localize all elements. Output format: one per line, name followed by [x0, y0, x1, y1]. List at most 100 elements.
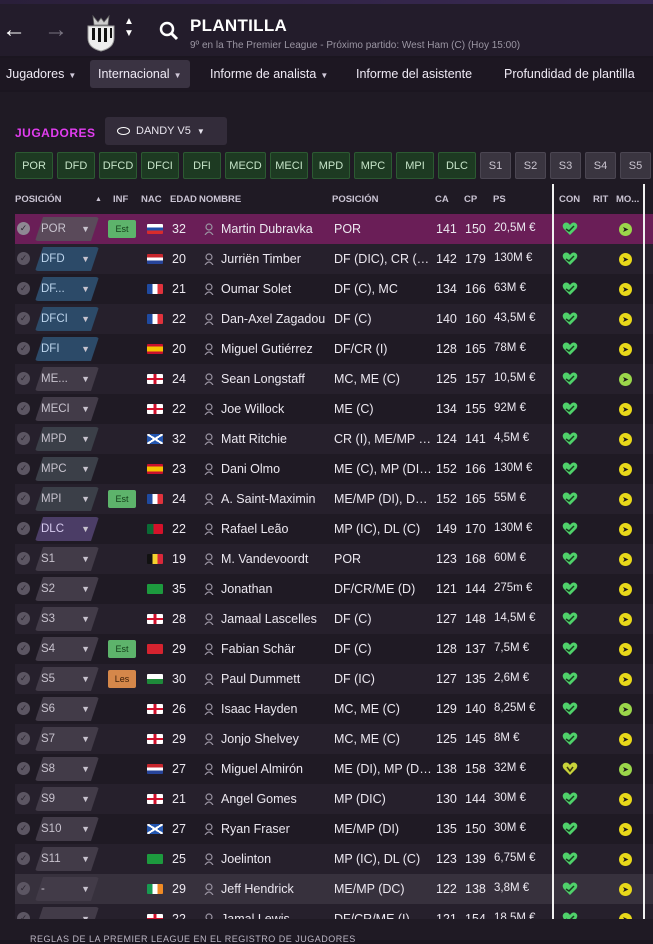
chip-mpc[interactable]: MPC: [354, 152, 392, 179]
col-rit[interactable]: RIT: [593, 194, 608, 205]
table-row[interactable]: ✓ MPD ▼ 32 Matt Ritchie CR (I), ME/MP (... 124…: [15, 424, 653, 454]
check-icon[interactable]: ✓: [17, 612, 30, 625]
nation-flag-icon[interactable]: [147, 674, 163, 684]
table-row[interactable]: ✓ - ▼ 29 Jeff Hendrick ME/MP (DC) 122 138 3,8M €…: [15, 874, 653, 904]
nation-flag-icon[interactable]: [147, 224, 163, 234]
check-icon[interactable]: ✓: [17, 252, 30, 265]
tab-profundidad-plantilla[interactable]: Profundidad de plantilla: [496, 60, 643, 88]
position-slot-select[interactable]: - ▼: [35, 877, 99, 901]
table-row[interactable]: ✓ POR ▼ Est 32 Martin Dubravka POR 141 150 20,5M …: [15, 214, 653, 244]
nation-flag-icon[interactable]: [147, 524, 163, 534]
chip-mpd[interactable]: MPD: [312, 152, 350, 179]
nation-flag-icon[interactable]: [147, 584, 163, 594]
check-icon[interactable]: ✓: [17, 492, 30, 505]
nation-flag-icon[interactable]: [147, 554, 163, 564]
table-row[interactable]: ✓ DLC ▼ 22 Rafael Leão MP (IC), DL (C) 149 170 1…: [15, 514, 653, 544]
chip-por[interactable]: POR: [15, 152, 53, 179]
player-name[interactable]: Isaac Hayden: [221, 702, 331, 716]
check-icon[interactable]: ✓: [17, 912, 30, 919]
table-row[interactable]: ✓ S1 ▼ 19 M. Vandevoordt POR 123 168 60M € ➤: [15, 544, 653, 574]
check-icon[interactable]: ✓: [17, 762, 30, 775]
col-mo[interactable]: MO...: [616, 194, 639, 205]
check-icon[interactable]: ✓: [17, 282, 30, 295]
nation-flag-icon[interactable]: [147, 854, 163, 864]
table-row[interactable]: ✓ S8 ▼ 27 Miguel Almirón ME (DI), MP (DI... 13…: [15, 754, 653, 784]
table-row[interactable]: ✓ S4 ▼ Est 29 Fabian Schär DF (C) 128 137 7,5M € ➤: [15, 634, 653, 664]
col-ps[interactable]: PS: [493, 194, 506, 205]
check-icon[interactable]: ✓: [17, 342, 30, 355]
chip-s4[interactable]: S4: [585, 152, 616, 179]
position-slot-select[interactable]: S10 ▼: [35, 817, 99, 841]
position-slot-select[interactable]: DLC ▼: [35, 517, 99, 541]
player-name[interactable]: Jonathan: [221, 582, 331, 596]
nation-flag-icon[interactable]: [147, 404, 163, 414]
tab-informe-analista[interactable]: Informe de analista ▼: [202, 60, 336, 88]
nation-flag-icon[interactable]: [147, 494, 163, 504]
check-icon[interactable]: ✓: [17, 792, 30, 805]
chip-dlc[interactable]: DLC: [438, 152, 476, 179]
position-slot-select[interactable]: S11 ▼: [35, 847, 99, 871]
table-row[interactable]: ✓ S2 ▼ 35 Jonathan DF/CR/ME (D) 121 144 275m € ➤: [15, 574, 653, 604]
check-icon[interactable]: ✓: [17, 402, 30, 415]
tab-informe-asistente[interactable]: Informe del asistente: [348, 60, 480, 88]
nation-flag-icon[interactable]: [147, 284, 163, 294]
position-slot-select[interactable]: S7 ▼: [35, 727, 99, 751]
nation-flag-icon[interactable]: [147, 254, 163, 264]
position-slot-select[interactable]: S9 ▼: [35, 787, 99, 811]
position-slot-select[interactable]: S8 ▼: [35, 757, 99, 781]
position-slot-select[interactable]: MPC ▼: [35, 457, 99, 481]
chip-meci[interactable]: MECI: [270, 152, 308, 179]
back-arrow-icon[interactable]: ←: [2, 18, 26, 42]
club-crest-icon[interactable]: [84, 14, 118, 52]
table-row[interactable]: ✓ S6 ▼ 26 Isaac Hayden MC, ME (C) 129 140 8,25M …: [15, 694, 653, 724]
player-name[interactable]: Joe Willock: [221, 402, 331, 416]
nation-flag-icon[interactable]: [147, 314, 163, 324]
player-name[interactable]: M. Vandevoordt: [221, 552, 331, 566]
chip-s3[interactable]: S3: [550, 152, 581, 179]
table-row[interactable]: ✓ DFCI ▼ 22 Dan-Axel Zagadou DF (C) 140 160 43,5…: [15, 304, 653, 334]
search-icon[interactable]: [158, 20, 180, 42]
chip-dfd[interactable]: DFD: [57, 152, 95, 179]
position-slot-select[interactable]: DFCI ▼: [35, 307, 99, 331]
position-slot-select[interactable]: ME... ▼: [35, 367, 99, 391]
table-row[interactable]: ✓ MPI ▼ Est 24 A. Saint-Maximin ME/MP (DI), DL…: [15, 484, 653, 514]
col-nombre[interactable]: NOMBRE: [199, 194, 241, 205]
tab-internacional[interactable]: Internacional ▼: [90, 60, 190, 88]
nation-flag-icon[interactable]: [147, 644, 163, 654]
position-slot-select[interactable]: S6 ▼: [35, 697, 99, 721]
check-icon[interactable]: ✓: [17, 462, 30, 475]
tab-jugadores[interactable]: Jugadores ▼: [0, 60, 84, 88]
position-slot-select[interactable]: POR ▼: [35, 217, 99, 241]
position-slot-select[interactable]: S4 ▼: [35, 637, 99, 661]
position-slot-select[interactable]: MPI ▼: [35, 487, 99, 511]
sort-up-icon[interactable]: ▲: [95, 196, 102, 203]
col-posicion-2[interactable]: POSICIÓN: [332, 194, 378, 205]
table-row[interactable]: ✓ S7 ▼ 29 Jonjo Shelvey MC, ME (C) 125 145 8M € ➤: [15, 724, 653, 754]
check-icon[interactable]: ✓: [17, 222, 30, 235]
col-inf[interactable]: INF: [113, 194, 128, 205]
position-slot-select[interactable]: S1 ▼: [35, 547, 99, 571]
check-icon[interactable]: ✓: [17, 582, 30, 595]
chip-s1[interactable]: S1: [480, 152, 511, 179]
table-row[interactable]: ✓ MECI ▼ 22 Joe Willock ME (C) 134 155 92M € ➤: [15, 394, 653, 424]
player-name[interactable]: Martin Dubravka: [221, 222, 331, 236]
check-icon[interactable]: ✓: [17, 522, 30, 535]
nation-flag-icon[interactable]: [147, 794, 163, 804]
table-row[interactable]: ✓ MPC ▼ 23 Dani Olmo ME (C), MP (DIC) 152 166 13…: [15, 454, 653, 484]
forward-arrow-icon[interactable]: →: [44, 18, 68, 42]
nation-flag-icon[interactable]: [147, 374, 163, 384]
chip-s5[interactable]: S5: [620, 152, 651, 179]
table-row[interactable]: ✓ DFI ▼ 20 Miguel Gutiérrez DF/CR (I) 128 165 78…: [15, 334, 653, 364]
check-icon[interactable]: ✓: [17, 702, 30, 715]
player-name[interactable]: Rafael Leão: [221, 522, 331, 536]
player-name[interactable]: Dan-Axel Zagadou: [221, 312, 331, 326]
table-row[interactable]: ✓ ME... ▼ 24 Sean Longstaff MC, ME (C) 125 157 1…: [15, 364, 653, 394]
player-name[interactable]: Jeff Hendrick: [221, 882, 331, 896]
check-icon[interactable]: ✓: [17, 672, 30, 685]
col-nac[interactable]: NAC: [141, 194, 162, 205]
player-name[interactable]: Miguel Almirón: [221, 762, 331, 776]
player-name[interactable]: Miguel Gutiérrez: [221, 342, 331, 356]
check-icon[interactable]: ✓: [17, 642, 30, 655]
check-icon[interactable]: ✓: [17, 852, 30, 865]
player-name[interactable]: Jurriën Timber: [221, 252, 331, 266]
